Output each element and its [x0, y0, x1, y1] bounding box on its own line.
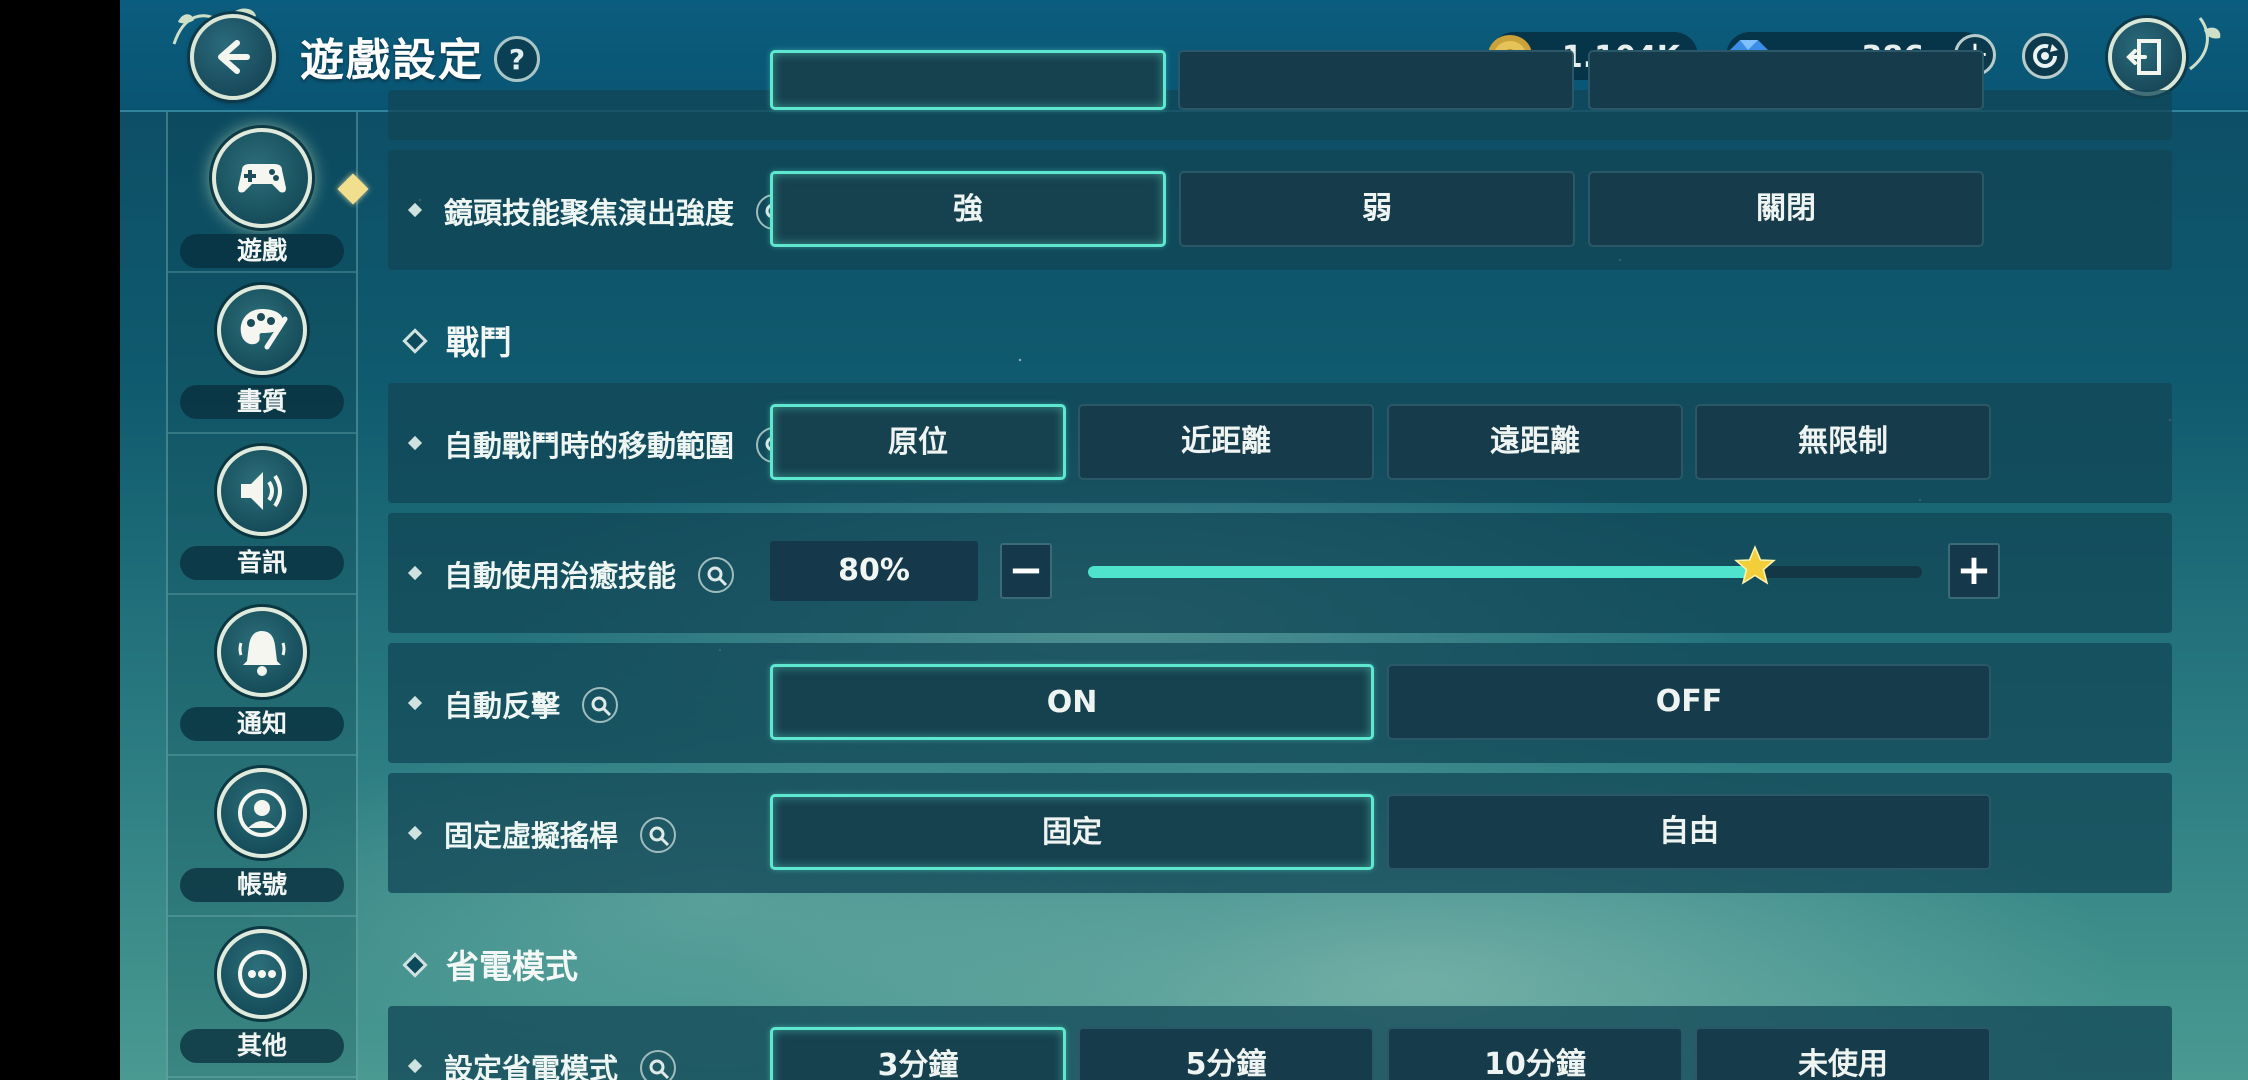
exit-button[interactable] [2108, 18, 2186, 96]
sidebar-item-game[interactable]: 遊戲 [168, 112, 356, 273]
power-mode-label: 設定省電模式 [444, 1052, 619, 1080]
option-partial[interactable] [770, 50, 1166, 110]
settings-row-counter: 自動反擊 ON OFF [388, 643, 2172, 763]
sidebar-item-label: 通知 [180, 707, 344, 741]
sidebar-item-label: 帳號 [180, 868, 344, 902]
sidebar-item-graphics[interactable]: 畫質 [168, 273, 356, 434]
sidebar-item-label: 其他 [180, 1029, 344, 1063]
star-handle-icon[interactable] [1733, 544, 1777, 588]
palette-icon [217, 285, 307, 375]
decrease-button[interactable]: − [1000, 543, 1052, 599]
settings-row-partial [388, 50, 2172, 140]
sidebar-item-audio[interactable]: 音訊 [168, 434, 356, 595]
section-power-text: 省電模式 [446, 947, 578, 986]
sidebar-item-label: 畫質 [180, 385, 344, 419]
sidebar-item-other[interactable]: 其他 [168, 917, 356, 1078]
section-battle-text: 戰鬥 [446, 323, 512, 362]
option-3min[interactable]: 3分鐘 [770, 1027, 1066, 1080]
game-settings-screen: 遊戲設定 ? 1.104K 386 + [120, 0, 2248, 1080]
row-bullet [407, 825, 423, 841]
row-bullet [407, 202, 423, 218]
back-arrow-icon [218, 40, 250, 74]
more-icon [217, 929, 307, 1019]
leaf-ornament-icon [2189, 17, 2221, 71]
magnifier-info-icon[interactable] [640, 1050, 677, 1080]
row-label: 自動反擊 [444, 683, 619, 726]
section-title-power: 省電模式 [388, 940, 578, 988]
heal-slider-fill [1088, 566, 1756, 578]
magnifier-info-icon[interactable] [698, 557, 735, 593]
row-bullet [407, 695, 423, 711]
option-5min[interactable]: 5分鐘 [1078, 1027, 1374, 1080]
row-label: 固定虛擬搖桿 [444, 813, 677, 856]
row-label: 設定省電模式 [444, 1046, 677, 1080]
section-diamond-icon [402, 328, 428, 354]
camera-focus-label: 鏡頭技能聚焦演出強度 [444, 196, 735, 230]
speaker-icon [217, 446, 307, 536]
sidebar-item-notifications[interactable]: 通知 [168, 595, 356, 756]
option-strong[interactable]: 強 [770, 171, 1166, 247]
option-10min[interactable]: 10分鐘 [1387, 1027, 1683, 1080]
page-title: 遊戲設定 [300, 35, 484, 86]
sidebar-item-label: 音訊 [180, 546, 344, 580]
magnifier-info-icon[interactable] [640, 817, 677, 853]
auto-heal-label: 自動使用治癒技能 [444, 559, 677, 593]
heal-slider-track[interactable] [1088, 545, 1922, 585]
heal-threshold-value: 80% [770, 541, 978, 601]
option-on[interactable]: ON [770, 664, 1374, 740]
section-title-battle: 戰鬥 [388, 316, 512, 364]
option-fixed[interactable]: 固定 [770, 794, 1374, 870]
row-label: 鏡頭技能聚焦演出強度 [444, 190, 793, 233]
option-weak[interactable]: 弱 [1179, 171, 1575, 247]
option-far[interactable]: 遠距離 [1387, 404, 1683, 480]
refresh-icon [2033, 44, 2058, 68]
settings-row-auto-heal: 自動使用治癒技能 80% − + [388, 513, 2172, 633]
section-diamond-icon [402, 952, 428, 978]
counter-label: 自動反擊 [444, 689, 561, 723]
joystick-label: 固定虛擬搖桿 [444, 819, 619, 853]
row-bullet [407, 565, 423, 581]
row-bullet [407, 435, 423, 451]
settings-row-move-range: 自動戰鬥時的移動範圍 原位 近距離 遠距離 無限制 [388, 383, 2172, 503]
option-off[interactable]: OFF [1387, 664, 1991, 740]
settings-row-power-mode: 設定省電模式 3分鐘 5分鐘 10分鐘 未使用 [388, 1006, 2172, 1080]
row-label: 自動戰鬥時的移動範圍 [444, 423, 793, 466]
user-icon [217, 768, 307, 858]
sidebar-item-account[interactable]: 帳號 [168, 756, 356, 917]
gamepad-icon [212, 128, 312, 228]
option-partial[interactable] [1178, 50, 1574, 110]
option-free[interactable]: 自由 [1387, 794, 1991, 870]
option-unlimited[interactable]: 無限制 [1695, 404, 1991, 480]
settings-sidebar: 遊戲 畫質 音訊 通知 帳號 其他 [166, 112, 358, 1080]
row-bullet [407, 1058, 423, 1074]
row-label: 自動使用治癒技能 [444, 553, 735, 596]
option-in-place[interactable]: 原位 [770, 404, 1066, 480]
settings-row-joystick: 固定虛擬搖桿 固定 自由 [388, 773, 2172, 893]
option-partial[interactable] [1588, 50, 1984, 110]
back-button[interactable] [190, 14, 276, 100]
magnifier-info-icon[interactable] [582, 687, 619, 723]
option-near[interactable]: 近距離 [1078, 404, 1374, 480]
increase-button[interactable]: + [1948, 543, 2000, 599]
option-off[interactable]: 關閉 [1588, 171, 1984, 247]
option-unused[interactable]: 未使用 [1695, 1027, 1991, 1080]
exit-door-icon [2126, 39, 2161, 75]
move-range-label: 自動戰鬥時的移動範圍 [444, 429, 735, 463]
sidebar-item-label: 遊戲 [180, 234, 344, 268]
bell-icon [217, 607, 307, 697]
refresh-button[interactable] [2022, 33, 2068, 79]
help-button[interactable]: ? [494, 36, 540, 82]
settings-row-camera-focus: 鏡頭技能聚焦演出強度 強 弱 關閉 [388, 150, 2172, 270]
